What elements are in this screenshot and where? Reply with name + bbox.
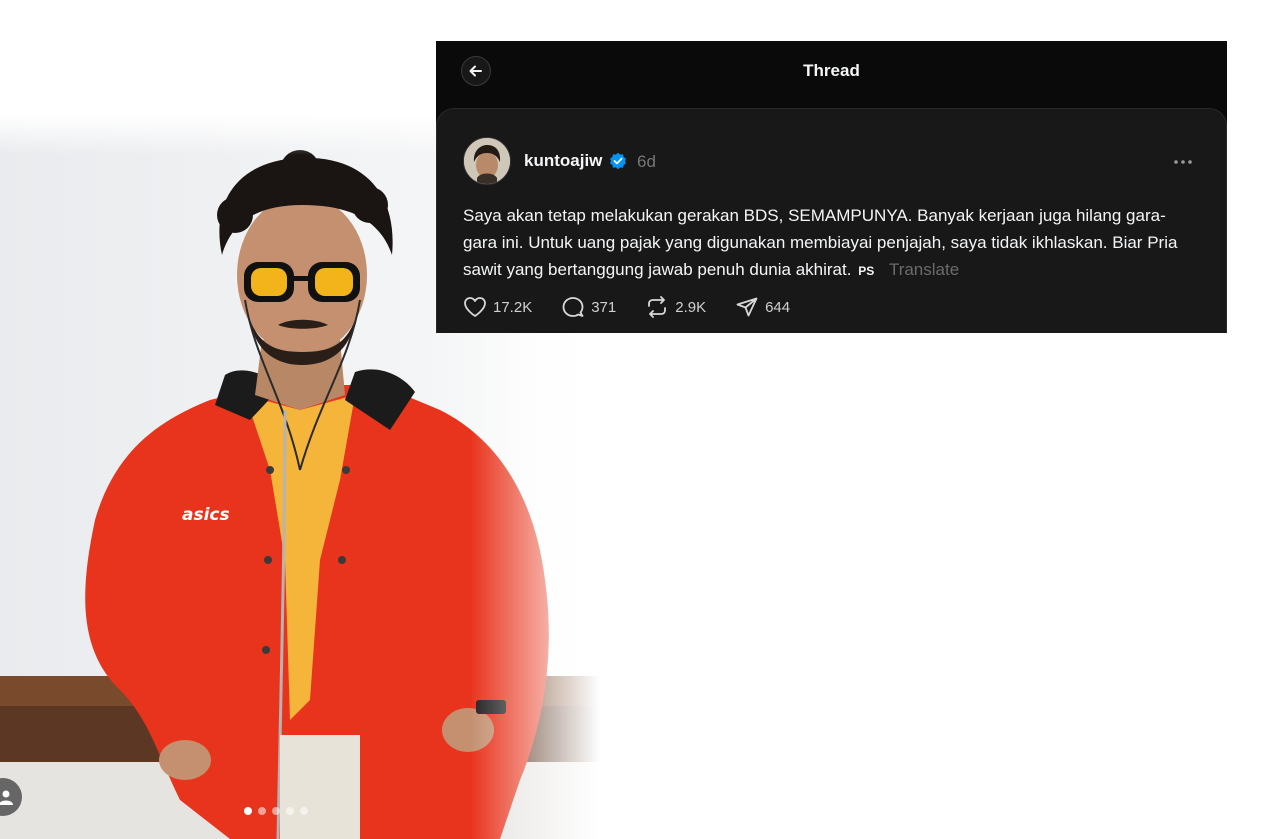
- language-tag: PS: [858, 264, 875, 278]
- post-timestamp: 6d: [637, 152, 656, 171]
- repost-button[interactable]: 2.9K: [645, 296, 706, 318]
- page-title: Thread: [803, 61, 860, 80]
- share-icon: [736, 297, 758, 317]
- thread-post: kuntoajiw 6d Saya akan tetap melakukan g…: [436, 108, 1227, 333]
- post-actions: 17.2K 371 2.9K 644: [463, 296, 819, 318]
- translate-link[interactable]: Translate: [889, 260, 959, 279]
- repost-icon: [648, 296, 667, 318]
- carousel-dot[interactable]: [300, 807, 308, 815]
- brand-logo-text: asics: [182, 505, 230, 525]
- like-count: 17.2K: [493, 298, 533, 316]
- avatar[interactable]: [463, 137, 511, 185]
- carousel-dot[interactable]: [244, 807, 252, 815]
- verified-badge-icon: [610, 152, 626, 170]
- carousel-dot[interactable]: [258, 807, 266, 815]
- user-icon: [0, 790, 13, 805]
- reply-button[interactable]: 371: [561, 296, 616, 318]
- more-icon: [1174, 160, 1192, 164]
- carousel-dots: [244, 807, 308, 815]
- thread-panel: Thread kuntoajiw 6d Saya akan tetap mela…: [436, 41, 1227, 333]
- reply-count: 371: [591, 298, 617, 316]
- post-body: Saya akan tetap melakukan gerakan BDS, S…: [463, 202, 1183, 285]
- repost-count: 2.9K: [675, 298, 707, 316]
- avatar-image: [464, 138, 510, 184]
- share-button[interactable]: 644: [735, 296, 790, 318]
- like-button[interactable]: 17.2K: [463, 296, 532, 318]
- share-count: 644: [765, 298, 791, 316]
- comment-icon: [562, 297, 584, 317]
- post-text: Saya akan tetap melakukan gerakan BDS, S…: [463, 206, 1178, 279]
- carousel-dot[interactable]: [272, 807, 280, 815]
- heart-icon: [464, 297, 486, 317]
- brand-logo: asics: [182, 505, 230, 525]
- more-button[interactable]: [1173, 149, 1193, 170]
- carousel-dot[interactable]: [286, 807, 294, 815]
- thread-header: Thread: [436, 41, 1227, 107]
- username[interactable]: kuntoajiw: [524, 151, 602, 171]
